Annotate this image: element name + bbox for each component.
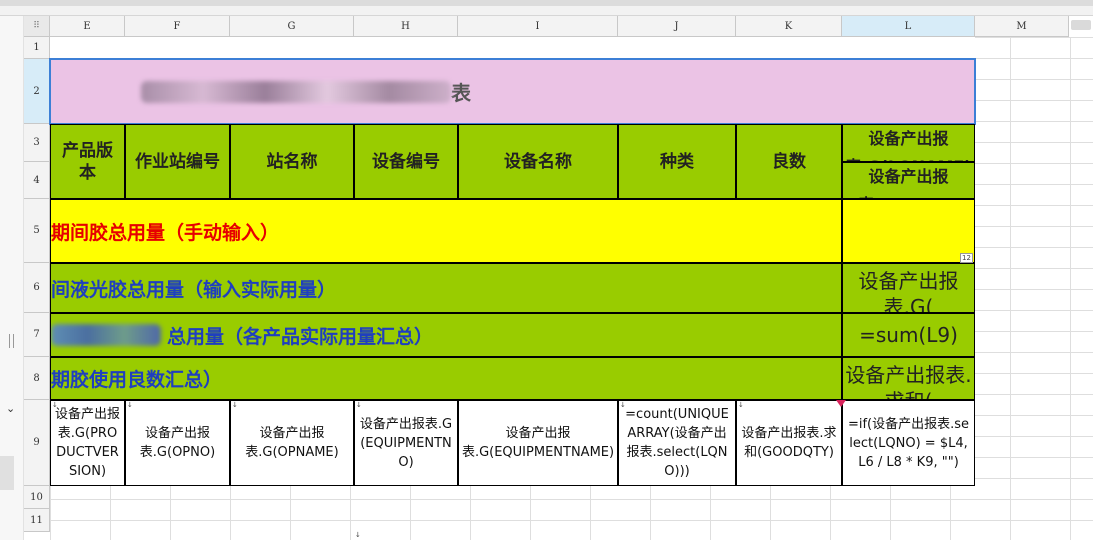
cell-g9[interactable]: 设备产出报表.G(OPNAME) <box>230 400 354 486</box>
manual-total-input[interactable] <box>842 199 975 263</box>
good-qty-sum-label[interactable]: 期胶使用良数汇总） <box>50 357 842 400</box>
header-station-name[interactable]: 站名称 <box>230 124 354 199</box>
row-header-3[interactable]: 3 <box>24 124 50 162</box>
comment-indicator-icon[interactable] <box>836 400 846 407</box>
resize-grip-icon[interactable] <box>9 334 14 348</box>
cell-e9[interactable]: 设备产出报表.G(PRODUCTVERSION) <box>50 400 125 486</box>
header-product-version[interactable]: 产品版本 <box>50 124 125 199</box>
column-header-i[interactable]: I <box>458 16 618 37</box>
cell-j9[interactable]: =count(UNIQUEARRAY(设备产出报表.select(LQNO))) <box>618 400 736 486</box>
manual-total-label[interactable]: 期间胶总用量（手动输入） <box>50 199 842 263</box>
column-header-e[interactable]: E <box>50 16 125 37</box>
redacted-title <box>141 80 451 103</box>
usage-sum-label[interactable]: 总用量（各产品实际用量汇总） <box>50 313 842 357</box>
cell-l9[interactable]: =if(设备产出报表.select(LQNO) = $L4, L6 / L8 *… <box>842 400 975 486</box>
cell-l7[interactable]: =sum(L9) <box>842 313 975 357</box>
column-header-k[interactable]: K <box>736 16 842 37</box>
row-header-6[interactable]: 6 <box>24 263 50 313</box>
cell-indicator: 12 <box>960 253 973 263</box>
report-title-cell[interactable]: 表 <box>50 59 975 124</box>
toolbar-edge <box>0 0 1093 6</box>
expand-marker-icon: ↓ <box>127 401 133 409</box>
expand-marker-icon: ↓ <box>355 531 361 539</box>
gutter-scroll-tab[interactable] <box>0 456 14 490</box>
actual-usage-text: 间液光胶总用量（输入实际用量） <box>51 278 337 301</box>
row-header-5[interactable]: 5 <box>24 199 50 263</box>
header-good-qty[interactable]: 良数 <box>736 124 842 199</box>
expand-marker-icon: ↓ <box>52 401 58 409</box>
row-header-10[interactable]: 10 <box>24 486 50 509</box>
row-header-1[interactable]: 1 <box>24 37 50 59</box>
header-equipment-no[interactable]: 设备编号 <box>354 124 458 199</box>
header-kind[interactable]: 种类 <box>618 124 736 199</box>
row-header-11[interactable]: 11 <box>24 509 50 532</box>
column-header-f[interactable]: F <box>125 16 230 37</box>
cell-l8[interactable]: 设备产出报表.求和( <box>842 357 975 400</box>
usage-sum-text: 总用量（各产品实际用量汇总） <box>167 325 434 348</box>
expand-marker-icon: ↓ <box>620 401 626 409</box>
good-qty-sum-text: 期胶使用良数汇总） <box>51 369 223 391</box>
left-gutter: ⌄ <box>0 16 24 540</box>
column-header-m[interactable]: M <box>975 16 1069 37</box>
row-header-8[interactable]: 8 <box>24 357 50 400</box>
row-header-7[interactable]: 7 <box>24 313 50 357</box>
toolbar-strip <box>0 0 1093 16</box>
header-equipment-name[interactable]: 设备名称 <box>458 124 618 199</box>
cell-i9[interactable]: 设备产出报表.G(EQUIPMENTNAME) <box>458 400 618 486</box>
row-header-4[interactable]: 4 <box>24 162 50 199</box>
column-header-g[interactable]: G <box>230 16 354 37</box>
cell-l6[interactable]: 设备产出报表.G( <box>842 263 975 313</box>
expand-marker-icon: ↓ <box>738 401 744 409</box>
report-title-text: 表 <box>451 81 471 105</box>
manual-total-text: 期间胶总用量（手动输入） <box>51 221 280 244</box>
expand-marker-icon: ↓ <box>356 401 362 409</box>
actual-usage-label[interactable]: 间液光胶总用量（输入实际用量） <box>50 263 842 313</box>
column-header-j[interactable]: J <box>618 16 736 37</box>
select-all-corner[interactable]: ⠿ <box>24 16 50 37</box>
cell-k9[interactable]: 设备产出报表.求和(GOODQTY) <box>736 400 842 486</box>
header-station-no[interactable]: 作业站编号 <box>125 124 230 199</box>
column-header-h[interactable]: H <box>354 16 458 37</box>
cell-f9[interactable]: 设备产出报表.G(OPNO) <box>125 400 230 486</box>
scrollbar-thumb[interactable] <box>1071 20 1091 30</box>
vertical-scrollbar[interactable] <box>1069 16 1093 38</box>
header-lqno[interactable]: 设备产出报表.G(LQNO) <box>842 162 975 199</box>
redacted-usage-sum <box>51 324 161 346</box>
chevron-down-icon[interactable]: ⌄ <box>6 402 15 415</box>
expand-marker-icon: ↓ <box>232 401 238 409</box>
row-header-9[interactable]: 9 <box>24 400 50 486</box>
cell-h9[interactable]: 设备产出报表.G(EQUIPMENTNO) <box>354 400 458 486</box>
row-header-2[interactable]: 2 <box>24 59 50 124</box>
row-1-cells[interactable] <box>50 37 975 59</box>
header-lqname[interactable]: 设备产出报表.G(LQNAME) <box>842 124 975 162</box>
column-header-l[interactable]: L <box>842 16 975 37</box>
